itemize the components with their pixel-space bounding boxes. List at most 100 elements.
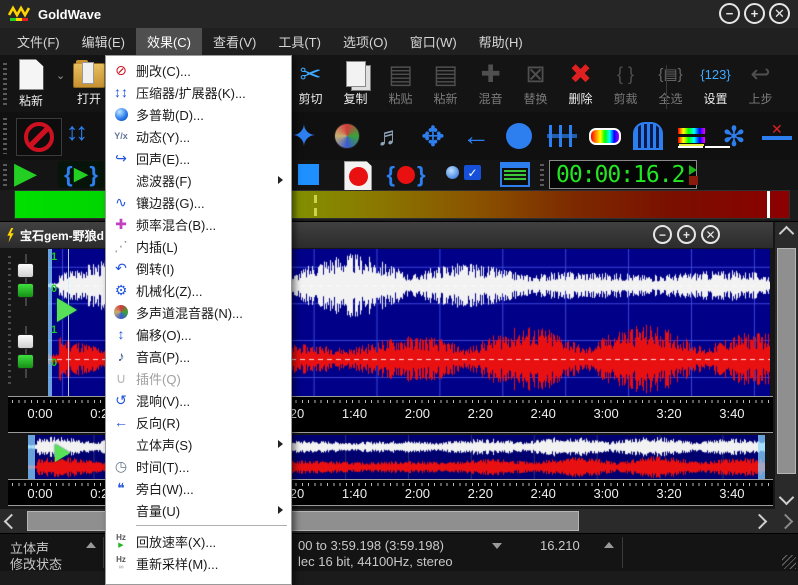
playback-cursor xyxy=(68,249,69,396)
marker-dropdown-icon[interactable] xyxy=(604,542,614,548)
left-channel-volume-handle[interactable] xyxy=(17,283,34,298)
monitor-toggle[interactable]: ✓ xyxy=(446,165,481,180)
scroll-up-button[interactable] xyxy=(775,222,798,245)
child-minimize-button[interactable]: − xyxy=(653,225,672,244)
no-entry-icon: ⊘ xyxy=(106,62,136,79)
marker-value-label[interactable]: 16.210 xyxy=(540,538,580,553)
menubar-item-options[interactable]: 选项(O) xyxy=(332,28,399,55)
effect-button-echo-arrows-icon[interactable]: ✥ xyxy=(417,118,449,154)
sound-window-title: 宝石gem-野狼d xyxy=(20,227,104,244)
effects-menu-item-reverb[interactable]: ↺ 混响(V)... xyxy=(106,389,291,411)
effects-menu-item-reverse[interactable]: ← 反向(R) xyxy=(106,411,291,433)
sine-wave-icon: ∿ xyxy=(106,194,136,211)
effect-button-reverb-gate-icon[interactable] xyxy=(632,118,664,154)
scroll-down-button[interactable] xyxy=(775,486,798,509)
effects-menu-item-resample[interactable]: Hz∞ 重新采样(M)... xyxy=(106,552,291,574)
menubar-item-effects[interactable]: 效果(C) xyxy=(136,28,202,55)
effects-menu-item-dynamics[interactable]: Y/x 动态(Y)... xyxy=(106,125,291,147)
effect-button-flanger-rainbow-icon[interactable] xyxy=(589,118,621,154)
effects-menu-item-filter[interactable]: 滤波器(F) xyxy=(106,169,291,191)
effects-menu-item-voice-over[interactable]: ❝ 旁白(W)... xyxy=(106,477,291,499)
effects-menu-item-frequency-blend[interactable]: ✚ 频率混合(B)... xyxy=(106,213,291,235)
effect-button-pitch-note-icon[interactable]: ♬ xyxy=(374,118,406,154)
time-label: 3:00 xyxy=(593,486,618,501)
effect-button-offset-circle-icon[interactable] xyxy=(503,118,535,154)
effect-button-doppler-icon[interactable] xyxy=(331,118,363,154)
scroll-right-button[interactable] xyxy=(748,510,771,533)
effect-button-noise-reduction-icon[interactable] xyxy=(761,118,793,154)
effect-button-mechanize-spark-icon[interactable]: ✻ xyxy=(718,118,750,154)
toolbar-button-trim: { } 剪裁 xyxy=(603,58,648,110)
minimize-button[interactable]: − xyxy=(719,3,740,24)
status-separator xyxy=(103,537,104,568)
paste-new-dropdown-chevron-icon[interactable]: ⌄ xyxy=(56,69,65,82)
toolbar-separator xyxy=(666,65,667,109)
play-selection-button[interactable]: {▶} xyxy=(58,161,104,188)
effects-menu-item-compressor-expander[interactable]: ↕↕ 压缩器/扩展器(K)... xyxy=(106,81,291,103)
toolbar-grip[interactable] xyxy=(540,164,544,186)
effects-menu-item-interpolate[interactable]: ⋰ 内插(L) xyxy=(106,235,291,257)
effects-menu-item-offset[interactable]: ↕ 偏移(O)... xyxy=(106,323,291,345)
time-label: 1:40 xyxy=(342,406,367,421)
effects-menu-item-volume[interactable]: 音量(U) xyxy=(106,499,291,521)
vertical-scroll-thumb[interactable] xyxy=(777,248,796,474)
right-channel-balance-handle[interactable] xyxy=(17,334,34,349)
maximize-button[interactable]: + xyxy=(744,3,765,24)
toolbar-button-icon: ✂ xyxy=(300,58,322,90)
effects-menu-item-flange[interactable]: ∿ 镶边器(G)... xyxy=(106,191,291,213)
vertical-scrollbar[interactable] xyxy=(775,222,798,509)
toolbar-button-copy[interactable]: 复制 xyxy=(333,58,378,110)
amplitude-label: 0 xyxy=(51,357,57,369)
censor-button[interactable] xyxy=(16,118,62,156)
effects-menu-item-channel-mixer[interactable]: 多声道混音器(N)... xyxy=(106,301,291,323)
menubar-item-help[interactable]: 帮助(H) xyxy=(468,28,534,55)
resize-grip[interactable] xyxy=(782,555,796,569)
play-button[interactable]: ▶ xyxy=(14,156,37,191)
menubar-item-edit[interactable]: 编辑(E) xyxy=(71,28,136,55)
paste-new-file-button[interactable]: 粘新 xyxy=(8,59,54,109)
toolbar-button-cut[interactable]: ✂ 剪切 xyxy=(288,58,333,110)
close-button[interactable]: ✕ xyxy=(769,3,790,24)
effect-button-dynamics-star-icon[interactable]: ✦ xyxy=(288,118,320,154)
menubar-item-view[interactable]: 查看(V) xyxy=(202,28,267,55)
selection-start-marker[interactable] xyxy=(48,249,52,396)
monitor-dot-icon xyxy=(446,166,459,179)
selection-dropdown-icon[interactable] xyxy=(492,543,502,549)
effects-menu-item-playback-rate[interactable]: Hz▶ 回放速率(X)... xyxy=(106,530,291,552)
toolbar-button-delete[interactable]: ✖ 删除 xyxy=(558,58,603,110)
effects-menu-item-invert[interactable]: ↶ 倒转(I) xyxy=(106,257,291,279)
stop-button[interactable] xyxy=(298,164,319,185)
effects-menu-item-time-warp[interactable]: ◷ 时间(T)... xyxy=(106,455,291,477)
selection-range-label[interactable]: 00 to 3:59.198 (3:59.198) xyxy=(298,538,444,553)
child-close-button[interactable]: ✕ xyxy=(701,225,720,244)
time-label: 2:40 xyxy=(531,406,556,421)
child-maximize-button[interactable]: + xyxy=(677,225,696,244)
effects-menu-item-echo[interactable]: ↪ 回声(E)... xyxy=(106,147,291,169)
effect-button-frequency-mix-icon[interactable] xyxy=(675,118,707,154)
menubar-item-tools[interactable]: 工具(T) xyxy=(267,28,332,55)
right-channel-volume-handle[interactable] xyxy=(17,354,34,369)
record-button[interactable] xyxy=(344,161,372,191)
effect-button-equalizer-icon[interactable] xyxy=(546,118,578,154)
compressor-expander-button[interactable]: ↕↕ xyxy=(66,118,85,147)
overview-selection-start[interactable] xyxy=(28,435,35,479)
toolbar-button-set-selection[interactable]: {123} 设置 xyxy=(693,58,738,110)
effect-button-reverse-arrow-icon[interactable]: ← xyxy=(460,118,492,154)
overview-selection-end[interactable] xyxy=(758,435,765,479)
effects-menu-item-stereo[interactable]: 立体声(S) xyxy=(106,433,291,455)
toolbar-grip[interactable] xyxy=(3,63,7,105)
effects-menu-item-censor[interactable]: ⊘ 删改(C)... xyxy=(106,59,291,81)
channel-dropdown-icon[interactable] xyxy=(86,542,96,548)
menubar-item-window[interactable]: 窗口(W) xyxy=(399,28,468,55)
left-channel-balance-handle[interactable] xyxy=(17,263,34,278)
record-selection-button[interactable]: {} xyxy=(384,161,428,188)
effects-menu-item-pitch[interactable]: ♪ 音高(P)... xyxy=(106,345,291,367)
toolbar-grip[interactable] xyxy=(3,164,7,186)
menubar-item-file[interactable]: 文件(F) xyxy=(6,28,71,55)
toolbar-grip[interactable] xyxy=(3,118,7,154)
effects-menu-item-mechanize[interactable]: ⚙ 机械化(Z)... xyxy=(106,279,291,301)
mini-play-icon xyxy=(689,165,697,175)
effects-menu-item-doppler[interactable]: 多普勒(D)... xyxy=(106,103,291,125)
control-properties-button[interactable] xyxy=(500,162,530,187)
scroll-left-button[interactable] xyxy=(0,510,23,533)
